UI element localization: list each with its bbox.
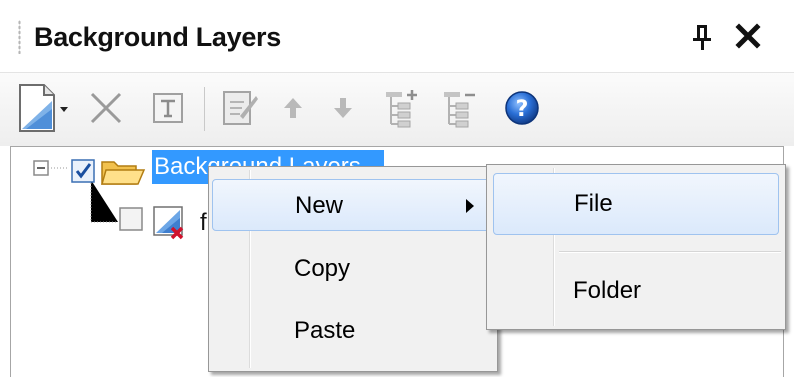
menu-item-label: Paste — [294, 317, 356, 344]
toolbar-separator — [204, 87, 205, 131]
menu-item-copy[interactable]: Copy — [212, 243, 494, 295]
child-checkbox[interactable] — [118, 206, 146, 234]
root-checkbox[interactable] — [70, 158, 98, 186]
close-icon[interactable] — [732, 19, 764, 53]
submenu-item-folder[interactable]: Folder — [493, 261, 779, 323]
new-submenu: File Folder — [486, 164, 786, 330]
pin-icon[interactable] — [689, 19, 717, 53]
menu-item-paste[interactable]: Paste — [212, 305, 494, 357]
panel-title: Background Layers — [34, 22, 281, 52]
menu-item-label: New — [295, 192, 344, 219]
new-document-button[interactable] — [16, 79, 74, 137]
submenu-separator-highlight — [559, 252, 781, 253]
menu-item-new[interactable]: New — [212, 179, 494, 231]
submenu-item-file[interactable]: File — [493, 173, 779, 235]
tree-child-label[interactable]: f — [200, 209, 207, 237]
missing-file-icon — [150, 204, 196, 244]
submenu-item-label: File — [574, 190, 613, 217]
submenu-item-label: Folder — [573, 277, 642, 304]
panel-title-bar: Background Layers — [0, 0, 794, 72]
drag-grip-icon[interactable] — [18, 20, 21, 54]
rename-icon[interactable] — [148, 79, 188, 137]
edit-icon[interactable] — [218, 79, 262, 137]
menu-item-label: Copy — [294, 255, 351, 282]
add-child-icon[interactable] — [382, 79, 422, 137]
folder-icon — [100, 156, 146, 188]
svg-text:?: ? — [516, 97, 529, 122]
submenu-arrow-icon — [466, 199, 474, 213]
move-up-icon[interactable] — [276, 79, 310, 137]
toolbar: ? — [0, 72, 794, 146]
move-down-icon[interactable] — [326, 79, 360, 137]
help-icon[interactable]: ? — [500, 79, 544, 137]
context-menu: New Copy Paste — [208, 166, 498, 372]
remove-child-icon[interactable] — [440, 79, 480, 137]
delete-icon[interactable] — [82, 79, 130, 137]
